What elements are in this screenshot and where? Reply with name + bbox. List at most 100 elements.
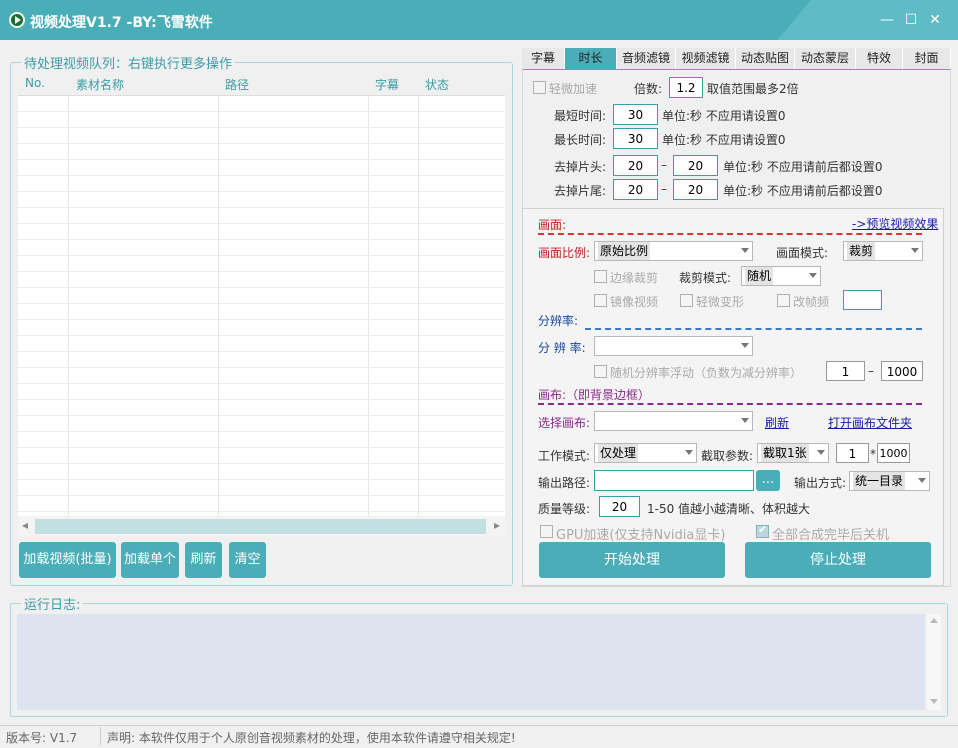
output-mode-select[interactable]: 统一目录 [849, 471, 930, 491]
chevron-down-icon [741, 343, 749, 348]
output-path-label: 输出路径: [538, 476, 591, 490]
column-header-path[interactable]: 路径 [225, 76, 249, 93]
capture-select[interactable]: 截取1张 [757, 443, 829, 463]
notice-label: 声明: 本软件仅用于个人原创音视频素材的处理，使用本软件请遵守相关规定! [107, 731, 516, 745]
tab-cover[interactable]: 封面 [903, 48, 951, 69]
capture-times: * [870, 447, 876, 461]
quality-hint: 1-50 值越小越清晰、体积越大 [647, 502, 811, 516]
canvas-select-label: 选择画布: [538, 416, 591, 430]
picture-mode-select[interactable]: 裁剪 [843, 241, 923, 261]
shutdown-checkbox[interactable]: ✔ [756, 523, 769, 538]
clear-button[interactable]: 清空 [229, 542, 266, 578]
minimize-icon[interactable]: — [880, 13, 894, 27]
log-vscrollbar[interactable] [927, 614, 941, 710]
tab-effects[interactable]: 特效 [856, 48, 903, 69]
capture-label: 截取参数: [701, 449, 754, 463]
quality-input[interactable]: 20 [599, 496, 640, 517]
tab-subtitle[interactable]: 字幕 [522, 48, 565, 69]
resolution-select[interactable] [594, 336, 753, 356]
max-time-unit: 单位:秒 不应用请设置0 [662, 133, 786, 147]
column-header-subtitle[interactable]: 字幕 [375, 76, 399, 93]
random-resolution-dash: – [868, 364, 874, 378]
load-single-button[interactable]: 加载单个 [121, 542, 179, 578]
tab-audio-filter[interactable]: 音频滤镜 [617, 48, 676, 69]
open-canvas-folder-link[interactable]: 打开画布文件夹 [828, 414, 912, 431]
tab-duration[interactable]: 时长 [565, 48, 617, 69]
cut-tail-label: 去掉片尾: [554, 184, 607, 198]
min-time-unit: 单位:秒 不应用请设置0 [662, 109, 786, 123]
capture-a-input[interactable]: 1 [836, 443, 869, 463]
picture-mode-label: 画面模式: [776, 246, 829, 260]
queue-table[interactable] [18, 96, 505, 516]
crop-mode-select[interactable]: 随机 [741, 266, 821, 286]
crop-mode-value: 随机 [745, 267, 774, 285]
load-batch-button[interactable]: 加载视频(批量) [19, 542, 116, 578]
cut-head-dash: – [661, 158, 667, 172]
status-separator [100, 727, 101, 745]
chevron-down-icon [918, 478, 926, 483]
work-mode-label: 工作模式: [538, 449, 591, 463]
mirror-label: 镜像视频 [610, 295, 659, 309]
random-resolution-checkbox[interactable] [594, 365, 607, 378]
resolution-divider [585, 328, 922, 330]
mirror-checkbox[interactable] [594, 294, 607, 307]
work-mode-select[interactable]: 仅处理 [594, 443, 697, 463]
slight-deform-label: 轻微变形 [696, 295, 745, 309]
ratio-select[interactable]: 原始比例 [594, 241, 753, 261]
cut-tail-dash: – [661, 182, 667, 196]
quality-label: 质量等级: [538, 502, 591, 516]
change-fps-checkbox[interactable] [777, 294, 790, 307]
multiple-hint: 取值范围最多2倍 [707, 82, 799, 96]
scroll-up-icon[interactable] [930, 618, 938, 623]
picture-mode-value: 裁剪 [847, 242, 876, 260]
cut-tail-unit: 单位:秒 不应用请前后都设置0 [723, 184, 883, 198]
max-time-input[interactable]: 30 [613, 128, 658, 149]
slight-deform-checkbox[interactable] [680, 294, 693, 307]
gpu-checkbox[interactable] [540, 525, 553, 538]
close-icon[interactable]: ✕ [928, 13, 942, 27]
queue-hscroll-thumb[interactable] [35, 519, 486, 534]
column-header-no[interactable]: No. [25, 76, 45, 90]
tab-dynamic-sticker[interactable]: 动态贴图 [736, 48, 795, 69]
cut-tail-from-input[interactable]: 20 [613, 179, 658, 200]
work-mode-value: 仅处理 [598, 444, 639, 462]
browse-button[interactable]: ... [756, 470, 780, 491]
ratio-label: 画面比例: [538, 246, 591, 260]
multiple-input[interactable]: 1.2 [669, 77, 703, 98]
tab-video-filter[interactable]: 视频滤镜 [676, 48, 736, 69]
random-resolution-from[interactable]: 1 [826, 361, 865, 381]
min-time-input[interactable]: 30 [613, 104, 658, 125]
maximize-icon[interactable]: ☐ [904, 13, 918, 27]
capture-b-input[interactable]: 1000 [877, 443, 910, 463]
column-header-status[interactable]: 状态 [425, 76, 449, 93]
resolution-label: 分 辨 率: [538, 341, 586, 355]
canvas-select[interactable] [594, 411, 753, 431]
cut-head-to-input[interactable]: 20 [673, 155, 718, 176]
canvas-refresh-link[interactable]: 刷新 [765, 414, 789, 431]
edge-crop-checkbox[interactable] [594, 270, 607, 283]
stop-button[interactable]: 停止处理 [745, 542, 931, 578]
scroll-left-icon[interactable]: ◂ [22, 518, 28, 532]
cut-head-from-input[interactable]: 20 [613, 155, 658, 176]
fps-input[interactable] [843, 290, 882, 310]
column-header-name[interactable]: 素材名称 [76, 76, 124, 93]
cut-head-unit: 单位:秒 不应用请前后都设置0 [723, 160, 883, 174]
canvas-section-label: 画布:（即背景边框） [538, 388, 651, 402]
log-textarea[interactable] [17, 614, 925, 710]
output-mode-value: 统一目录 [853, 472, 906, 490]
canvas-divider [538, 403, 922, 405]
output-path-input[interactable] [594, 470, 754, 491]
chevron-down-icon [685, 450, 693, 455]
scroll-down-icon[interactable] [930, 699, 938, 704]
chevron-down-icon [817, 450, 825, 455]
cut-tail-to-input[interactable]: 20 [673, 179, 718, 200]
random-resolution-to[interactable]: 1000 [881, 361, 923, 381]
scroll-right-icon[interactable]: ▸ [494, 518, 500, 532]
speed-checkbox[interactable] [533, 81, 546, 94]
tab-dynamic-mask[interactable]: 动态蒙层 [795, 48, 856, 69]
preview-link[interactable]: ->预览视频效果 [852, 215, 938, 232]
app-logo-icon [9, 12, 25, 28]
change-fps-label: 改帧频 [793, 295, 830, 309]
refresh-button[interactable]: 刷新 [185, 542, 222, 578]
start-button[interactable]: 开始处理 [539, 542, 725, 578]
